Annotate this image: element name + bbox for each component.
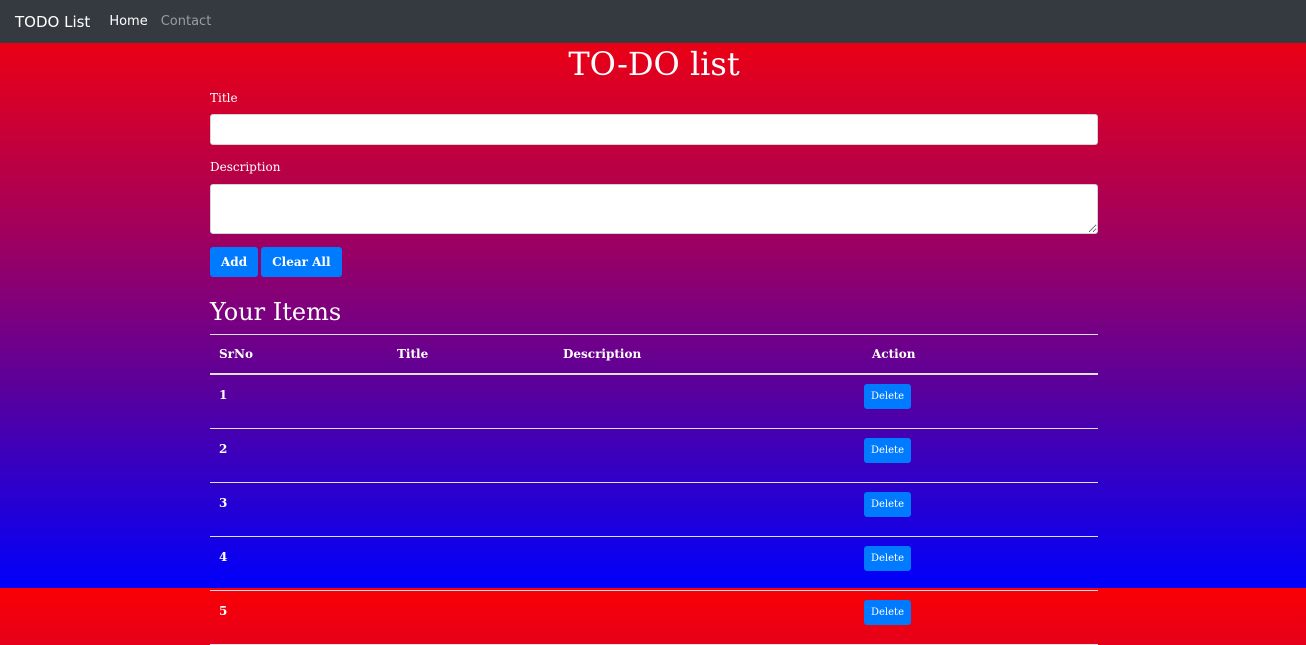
cell-srno: 4 xyxy=(210,536,388,591)
title-input[interactable] xyxy=(210,114,1098,145)
header-description: Description xyxy=(554,334,863,375)
cell-action: Delete xyxy=(863,536,1098,591)
main-container: TO-DO list Title Description Add Clear A… xyxy=(210,43,1098,645)
delete-button[interactable]: Delete xyxy=(864,492,911,517)
cell-srno: 1 xyxy=(210,374,388,429)
description-label: Description xyxy=(210,160,281,174)
delete-button[interactable]: Delete xyxy=(864,438,911,463)
delete-button[interactable]: Delete xyxy=(864,384,911,409)
cell-description xyxy=(554,374,863,429)
cell-srno: 2 xyxy=(210,428,388,483)
cell-action: Delete xyxy=(863,428,1098,483)
cell-srno: 5 xyxy=(210,590,388,645)
cell-description xyxy=(554,428,863,483)
nav-link-home[interactable]: Home xyxy=(109,14,147,29)
cell-description xyxy=(554,590,863,645)
items-table: SrNo Title Description Action 1 Delete 2 xyxy=(210,334,1098,645)
clear-all-button[interactable]: Clear All xyxy=(261,247,342,277)
page-title: TO-DO list xyxy=(568,45,740,83)
cell-action: Delete xyxy=(863,482,1098,537)
header-srno: SrNo xyxy=(210,334,388,375)
cell-description xyxy=(554,482,863,537)
table-row: 2 Delete xyxy=(210,428,1098,483)
form-buttons: Add Clear All xyxy=(210,247,1098,277)
table-row: 4 Delete xyxy=(210,536,1098,591)
delete-button[interactable]: Delete xyxy=(864,600,911,625)
cell-title xyxy=(388,536,554,591)
navbar: TODO List Home Contact xyxy=(0,0,1306,43)
items-heading: Your Items xyxy=(210,298,342,326)
header-action: Action xyxy=(863,334,1098,375)
cell-title xyxy=(388,428,554,483)
cell-description xyxy=(554,536,863,591)
table-header-row: SrNo Title Description Action xyxy=(210,334,1098,375)
header-title: Title xyxy=(388,334,554,375)
cell-title xyxy=(388,590,554,645)
cell-action: Delete xyxy=(863,374,1098,429)
delete-button[interactable]: Delete xyxy=(864,546,911,571)
cell-action: Delete xyxy=(863,590,1098,645)
navbar-brand[interactable]: TODO List xyxy=(15,13,90,31)
cell-title xyxy=(388,482,554,537)
table-row: 3 Delete xyxy=(210,482,1098,537)
description-textarea[interactable] xyxy=(210,184,1098,234)
title-label: Title xyxy=(210,91,238,105)
table-row: 1 Delete xyxy=(210,374,1098,429)
table-row: 5 Delete xyxy=(210,590,1098,645)
nav-link-contact[interactable]: Contact xyxy=(161,14,212,29)
add-button[interactable]: Add xyxy=(210,247,259,277)
cell-title xyxy=(388,374,554,429)
cell-srno: 3 xyxy=(210,482,388,537)
